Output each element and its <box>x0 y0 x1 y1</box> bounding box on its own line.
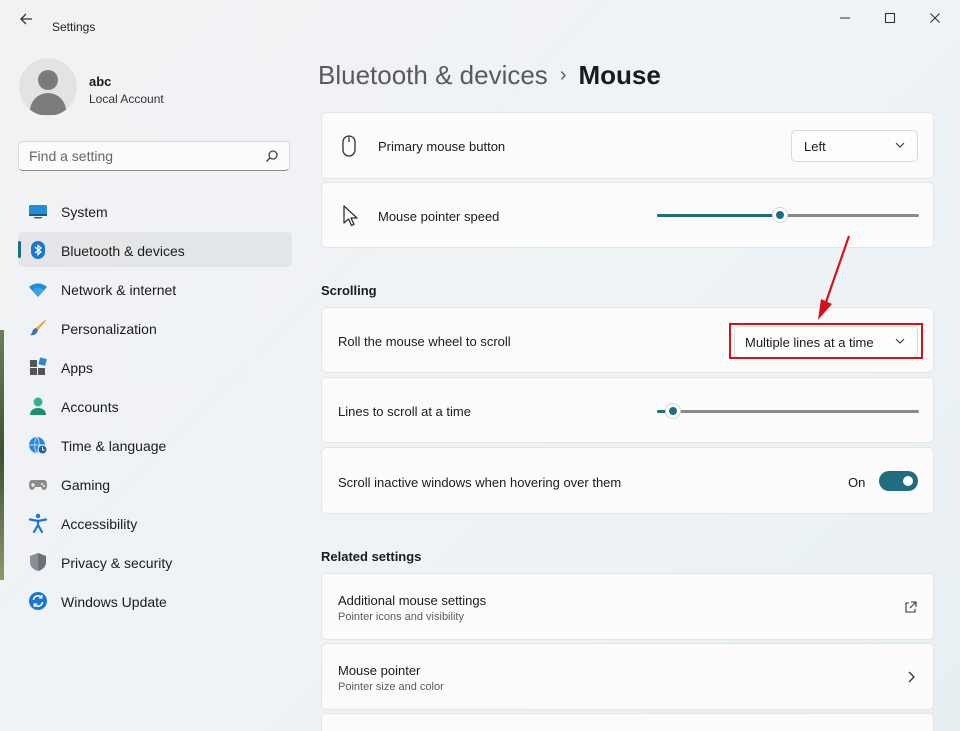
maximize-button[interactable] <box>879 10 901 28</box>
scrolling-section-title: Scrolling <box>321 283 377 298</box>
toggle-knob <box>903 476 913 486</box>
pointer-speed-label: Mouse pointer speed <box>378 209 500 224</box>
toggle-state-text: On <box>848 475 866 490</box>
sidebar-item-gaming[interactable]: Gaming <box>18 466 292 501</box>
brush-icon <box>30 320 46 336</box>
minimize-icon <box>840 17 850 19</box>
sidebar-item-personalization[interactable]: Personalization <box>18 310 292 345</box>
next-related-card[interactable] <box>321 713 934 731</box>
desktop-edge <box>0 330 4 580</box>
avatar[interactable] <box>19 58 77 116</box>
pointer-speed-card: Mouse pointer speed <box>321 182 934 248</box>
accessibility-icon <box>28 513 48 533</box>
search-icon[interactable] <box>265 149 279 163</box>
additional-mouse-settings-label: Additional mouse settings <box>338 593 487 608</box>
shield-icon <box>30 553 46 571</box>
sidebar-nav: System Bluetooth & devices Network & int… <box>18 193 292 622</box>
pointer-speed-slider[interactable] <box>657 205 919 225</box>
sidebar-item-windows-update[interactable]: Windows Update <box>18 583 292 618</box>
scroll-inactive-card: Scroll inactive windows when hovering ov… <box>321 447 934 514</box>
wifi-icon <box>29 283 47 297</box>
sidebar-item-label: Apps <box>61 360 93 376</box>
primary-mouse-button-dropdown[interactable]: Left <box>791 130 918 162</box>
additional-mouse-settings-sub: Pointer icons and visibility <box>338 611 464 623</box>
account-type: Local Account <box>89 92 164 106</box>
gamepad-icon <box>29 480 47 490</box>
user-name: abc <box>89 74 112 89</box>
slider-thumb[interactable] <box>664 403 681 419</box>
lines-to-scroll-slider[interactable] <box>657 401 919 421</box>
sidebar-item-time-language[interactable]: Time & language <box>18 427 292 462</box>
external-link-icon <box>905 601 917 613</box>
sidebar-item-apps[interactable]: Apps <box>18 349 292 384</box>
chevron-down-icon <box>895 142 905 148</box>
slider-thumb[interactable] <box>772 207 789 223</box>
breadcrumb: Bluetooth & devices › Mouse <box>318 60 661 96</box>
slider-fill <box>657 214 781 217</box>
sidebar-item-bluetooth-devices[interactable]: Bluetooth & devices <box>18 232 292 267</box>
sidebar-item-system[interactable]: System <box>18 193 292 228</box>
sidebar-item-label: Network & internet <box>61 282 177 298</box>
sidebar-item-label: Gaming <box>61 477 111 493</box>
sidebar-item-label: Accessibility <box>61 516 138 532</box>
scroll-inactive-toggle[interactable] <box>879 471 918 491</box>
apps-icon <box>30 357 47 375</box>
scroll-inactive-label: Scroll inactive windows when hovering ov… <box>338 475 622 490</box>
roll-wheel-label: Roll the mouse wheel to scroll <box>338 334 511 349</box>
lines-to-scroll-label: Lines to scroll at a time <box>338 404 471 419</box>
primary-mouse-button-card: Primary mouse button Left <box>321 112 934 179</box>
lines-to-scroll-card: Lines to scroll at a time <box>321 377 934 443</box>
pointer-icon <box>343 205 358 227</box>
system-icon <box>29 205 47 219</box>
search-box[interactable] <box>18 141 290 171</box>
sidebar-item-label: Bluetooth & devices <box>61 243 185 259</box>
sidebar-item-label: Privacy & security <box>61 555 173 571</box>
additional-mouse-settings-card[interactable]: Additional mouse settings Pointer icons … <box>321 573 934 640</box>
sidebar-item-network[interactable]: Network & internet <box>18 271 292 306</box>
sidebar-item-label: Windows Update <box>61 594 167 610</box>
sidebar-item-label: Personalization <box>61 321 157 337</box>
avatar-head <box>38 70 58 90</box>
mouse-pointer-sub: Pointer size and color <box>338 681 444 693</box>
dropdown-value: Left <box>804 139 826 154</box>
mouse-icon <box>342 135 356 157</box>
mouse-pointer-card[interactable]: Mouse pointer Pointer size and color <box>321 643 934 710</box>
related-settings-title: Related settings <box>321 549 422 564</box>
bluetooth-icon <box>31 241 45 259</box>
sidebar-item-accessibility[interactable]: Accessibility <box>18 505 292 540</box>
back-button[interactable] <box>14 12 38 30</box>
globe-clock-icon <box>29 436 48 455</box>
avatar-body <box>30 93 66 115</box>
maximize-icon <box>884 12 896 24</box>
page-title: Mouse <box>578 60 661 90</box>
primary-mouse-button-label: Primary mouse button <box>378 139 506 154</box>
sidebar-item-accounts[interactable]: Accounts <box>18 388 292 423</box>
update-icon <box>29 592 47 610</box>
chevron-right-icon <box>908 671 915 683</box>
back-arrow-icon <box>20 13 32 25</box>
title-bar: Settings <box>0 0 960 40</box>
settings-window: Settings abc Local Account System Blueto… <box>0 0 960 731</box>
sidebar-item-label: Accounts <box>61 399 119 415</box>
close-icon <box>930 13 940 23</box>
breadcrumb-separator: › <box>559 64 567 86</box>
sidebar-item-privacy[interactable]: Privacy & security <box>18 544 292 579</box>
slider-track <box>657 410 919 413</box>
mouse-pointer-label: Mouse pointer <box>338 663 421 678</box>
sidebar-item-label: System <box>61 204 108 220</box>
search-input[interactable] <box>29 148 259 164</box>
highlight-box <box>729 323 923 359</box>
accounts-icon <box>30 397 46 415</box>
close-button[interactable] <box>924 10 946 28</box>
app-title: Settings <box>52 20 96 34</box>
minimize-button[interactable] <box>834 10 856 28</box>
breadcrumb-parent[interactable]: Bluetooth & devices <box>318 60 548 90</box>
sidebar-item-label: Time & language <box>61 438 167 454</box>
